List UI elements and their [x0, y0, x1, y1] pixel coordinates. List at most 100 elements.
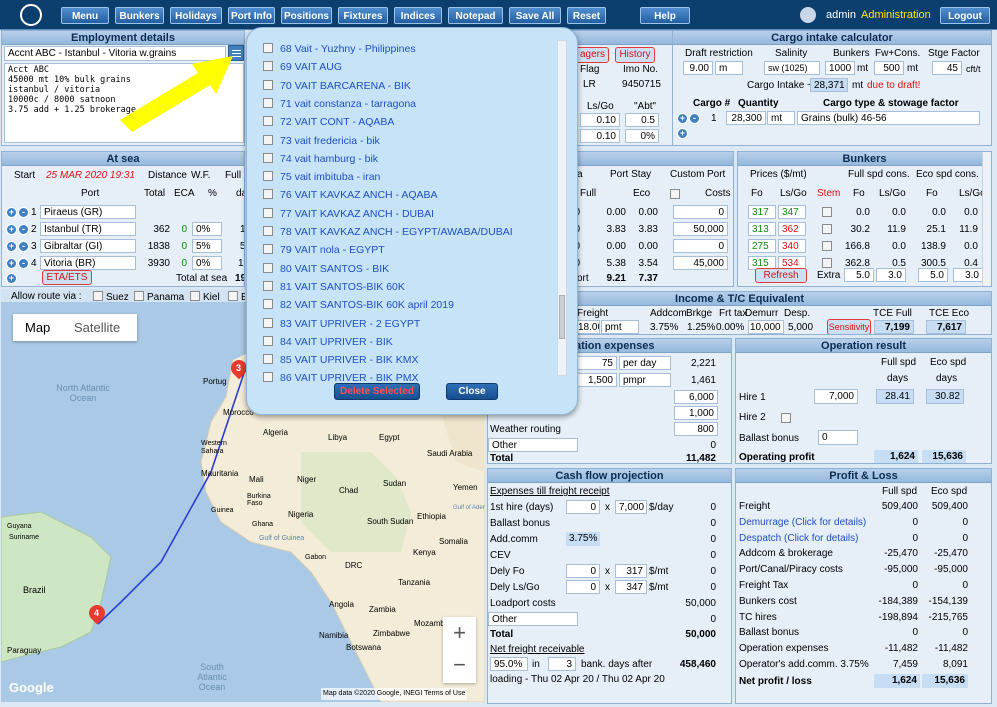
- demurr-input[interactable]: 10,000: [748, 320, 784, 334]
- cf-qty-input[interactable]: 0: [566, 500, 600, 514]
- stem-checkbox[interactable]: [822, 241, 832, 251]
- port-input[interactable]: Piraeus (GR): [40, 205, 136, 219]
- template-list-item[interactable]: 78 VAIT KAVKAZ ANCH - EGYPT/AWABA/DUBAI: [263, 223, 513, 241]
- refresh-button[interactable]: Refresh: [755, 268, 807, 283]
- modal-scroll-thumb[interactable]: [559, 295, 565, 339]
- template-item-label[interactable]: 79 VAIT nola - EGYPT: [280, 244, 385, 256]
- wf-input[interactable]: 0%: [192, 256, 222, 270]
- user-role-link[interactable]: Administration: [861, 9, 931, 21]
- template-checkbox[interactable]: [263, 299, 273, 310]
- nav-menu-button[interactable]: Menu: [61, 7, 109, 24]
- pl-row-label[interactable]: Despatch (Click for details): [739, 533, 858, 545]
- modal-scrollbar[interactable]: [557, 40, 567, 376]
- zoom-out-icon[interactable]: −: [443, 650, 476, 683]
- nav-help-button[interactable]: Help: [640, 7, 690, 24]
- close-button[interactable]: Close: [446, 383, 498, 400]
- template-item-label[interactable]: 69 VAIT AUG: [280, 61, 342, 73]
- extra-input[interactable]: 5.0: [844, 268, 874, 282]
- template-checkbox[interactable]: [263, 97, 273, 108]
- template-checkbox[interactable]: [263, 262, 273, 273]
- opexp-rate-unit[interactable]: pmpr: [619, 373, 671, 387]
- frttax-value[interactable]: 0.00%: [716, 322, 744, 334]
- nav-notepad-button[interactable]: Notepad: [448, 7, 503, 24]
- template-checkbox[interactable]: [263, 207, 273, 218]
- stge-input[interactable]: 45: [932, 61, 962, 75]
- template-checkbox[interactable]: [263, 43, 273, 53]
- template-item-label[interactable]: 72 VAIT CONT - AQABA: [280, 116, 394, 128]
- abt-input[interactable]: 0%: [625, 129, 659, 143]
- template-item-label[interactable]: 78 VAIT KAVKAZ ANCH - EGYPT/AWABA/DUBAI: [280, 226, 513, 238]
- other-label-input[interactable]: Other: [488, 438, 578, 452]
- cf-rate-input[interactable]: 7,000: [615, 500, 647, 514]
- template-item-label[interactable]: 70 VAIT BARCARENA - BIK: [280, 80, 411, 92]
- template-checkbox[interactable]: [263, 171, 273, 182]
- add-row-icon[interactable]: +: [6, 258, 17, 269]
- lsgo-input[interactable]: 0.10: [580, 129, 620, 143]
- remove-row-icon[interactable]: -: [18, 258, 29, 269]
- extra-input[interactable]: 5.0: [918, 268, 948, 282]
- port-costs-input[interactable]: 0: [673, 239, 728, 253]
- template-item-label[interactable]: 75 vait imbituba - iran: [280, 171, 380, 183]
- remove-row-icon[interactable]: -: [18, 241, 29, 252]
- nav-reset-button[interactable]: Reset: [567, 7, 606, 24]
- extra-input[interactable]: 3.0: [953, 268, 983, 282]
- add-row-icon[interactable]: +: [6, 207, 17, 218]
- template-checkbox[interactable]: [263, 372, 273, 383]
- template-list-item[interactable]: 84 VAIT UPRIVER - BIK: [263, 333, 393, 351]
- template-item-label[interactable]: 82 VAIT SANTOS-BIK 60K april 2019: [280, 299, 454, 311]
- pl-row-label[interactable]: Demurrage (Click for details): [739, 517, 866, 529]
- quantity-input[interactable]: 28,300: [726, 111, 766, 125]
- cf-qty-input[interactable]: 0: [566, 580, 600, 594]
- wf-input[interactable]: 0%: [192, 222, 222, 236]
- bank-days-input[interactable]: 3: [548, 657, 576, 671]
- port-costs-input[interactable]: 45,000: [673, 256, 728, 270]
- port-input[interactable]: Istanbul (TR): [40, 222, 136, 236]
- app-logo-icon[interactable]: [20, 4, 42, 26]
- fo-price-input[interactable]: 275: [748, 239, 776, 253]
- stem-checkbox[interactable]: [822, 224, 832, 234]
- nav-bunkers-button[interactable]: Bunkers: [115, 7, 164, 24]
- hire1-input[interactable]: 7,000: [814, 389, 858, 404]
- abt-input[interactable]: 0.5: [625, 113, 659, 127]
- add-cargo-icon[interactable]: +: [677, 113, 688, 124]
- cf-rate-input[interactable]: 317: [615, 564, 647, 578]
- draft-unit-select[interactable]: m: [715, 61, 743, 75]
- ballast-bonus-input[interactable]: 0: [818, 430, 858, 445]
- net-freight-pct-input[interactable]: 95.0%: [490, 657, 528, 671]
- template-list-item[interactable]: 80 VAIT SANTOS - BIK: [263, 260, 389, 278]
- start-date[interactable]: 25 MAR 2020 19:31: [46, 170, 135, 182]
- template-item-label[interactable]: 84 VAIT UPRIVER - BIK: [280, 336, 393, 348]
- template-list-item[interactable]: 82 VAIT SANTOS-BIK 60K april 2019: [263, 296, 454, 314]
- satellite-tab[interactable]: Satellite: [74, 321, 120, 335]
- eta-ets-button[interactable]: ETA/ETS: [42, 270, 92, 285]
- nav-indices-button[interactable]: Indices: [394, 7, 442, 24]
- add-row-icon[interactable]: +: [6, 224, 17, 235]
- template-checkbox[interactable]: [263, 317, 273, 328]
- add-port-icon[interactable]: +: [6, 273, 17, 284]
- stem-checkbox[interactable]: [822, 258, 832, 268]
- template-list-item[interactable]: 85 VAIT UPRIVER - BIK KMX: [263, 351, 418, 369]
- lsgo-price-input[interactable]: 340: [778, 239, 806, 253]
- zoom-in-icon[interactable]: +: [443, 617, 476, 650]
- remove-row-icon[interactable]: -: [18, 224, 29, 235]
- template-checkbox[interactable]: [263, 226, 273, 236]
- template-checkbox[interactable]: [263, 116, 273, 127]
- template-checkbox[interactable]: [263, 244, 273, 255]
- template-item-label[interactable]: 77 VAIT KAVKAZ ANCH - DUBAI: [280, 208, 434, 220]
- map-tab[interactable]: Map: [25, 321, 50, 335]
- template-checkbox[interactable]: [263, 189, 273, 200]
- opexp-rate-input[interactable]: 1,500: [577, 373, 617, 387]
- extra-input[interactable]: 3.0: [876, 268, 906, 282]
- port-input[interactable]: Vitoria (BR): [40, 256, 136, 270]
- template-checkbox[interactable]: [263, 134, 273, 145]
- template-list-item[interactable]: 76 VAIT KAVKAZ ANCH - AQABA: [263, 186, 438, 204]
- add-cargo-row-icon[interactable]: +: [677, 128, 688, 139]
- template-list-item[interactable]: 70 VAIT BARCARENA - BIK: [263, 77, 411, 95]
- bunkers-input[interactable]: 1000: [825, 61, 855, 75]
- cargo-type-input[interactable]: Grains (bulk) 46-56: [797, 111, 980, 125]
- cf-other-input[interactable]: Other: [488, 612, 578, 626]
- wf-input[interactable]: 5%: [192, 239, 222, 253]
- nav-holidays-button[interactable]: Holidays: [170, 7, 222, 24]
- template-checkbox[interactable]: [263, 335, 273, 346]
- custom-checkbox[interactable]: [670, 189, 680, 199]
